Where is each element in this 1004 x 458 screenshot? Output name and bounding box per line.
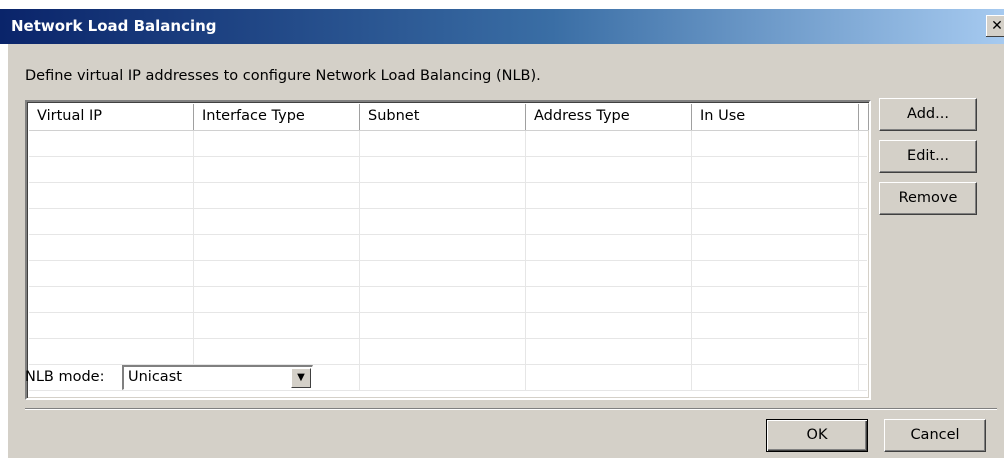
table-cell	[29, 339, 194, 364]
column-header-virtual-ip[interactable]: Virtual IP	[29, 104, 194, 130]
table-cell	[194, 261, 360, 286]
table-cell	[360, 339, 526, 364]
table-cell	[859, 313, 867, 338]
table-cell	[360, 287, 526, 312]
table-cell	[360, 365, 526, 390]
table-cell	[360, 235, 526, 260]
table-cell	[29, 287, 194, 312]
table-cell	[360, 183, 526, 208]
table-cell	[859, 235, 867, 260]
table-cell	[692, 157, 859, 182]
table-row[interactable]	[29, 131, 867, 157]
column-header-interface-type[interactable]: Interface Type	[194, 104, 360, 130]
table-cell	[692, 313, 859, 338]
table-cell	[29, 261, 194, 286]
table-row[interactable]	[29, 183, 867, 209]
table-cell	[859, 183, 867, 208]
dropdown-arrow-icon[interactable]: ▼	[291, 368, 311, 388]
table-cell	[692, 131, 859, 156]
table-cell	[692, 287, 859, 312]
table-row[interactable]	[29, 339, 867, 365]
table-cell	[360, 313, 526, 338]
nlb-mode-select[interactable]: Unicast ▼	[122, 365, 313, 390]
close-icon[interactable]: ✕	[986, 15, 1004, 37]
table-row[interactable]	[29, 261, 867, 287]
dialog-body: Define virtual IP addresses to configure…	[8, 44, 1004, 458]
table-cell	[526, 131, 692, 156]
table-row[interactable]	[29, 157, 867, 183]
table-cell	[194, 235, 360, 260]
table-cell	[526, 365, 692, 390]
table-cell	[526, 183, 692, 208]
table-cell	[360, 131, 526, 156]
remove-button[interactable]: Remove	[879, 182, 977, 215]
cancel-button[interactable]: Cancel	[884, 419, 986, 452]
footer-separator	[25, 408, 997, 410]
table-cell	[526, 313, 692, 338]
table-cell	[692, 261, 859, 286]
table-row[interactable]	[29, 209, 867, 235]
table-cell	[29, 313, 194, 338]
table-cell	[29, 235, 194, 260]
table-cell	[194, 183, 360, 208]
table-cell	[526, 157, 692, 182]
table-row[interactable]	[29, 287, 867, 313]
list-body	[29, 131, 867, 396]
table-cell	[859, 131, 867, 156]
table-cell	[859, 365, 867, 390]
table-cell	[692, 183, 859, 208]
table-cell	[692, 209, 859, 234]
table-cell	[859, 209, 867, 234]
table-cell	[360, 261, 526, 286]
window-title: Network Load Balancing	[11, 17, 217, 35]
table-cell	[859, 261, 867, 286]
table-cell	[526, 235, 692, 260]
top-strip	[0, 0, 1004, 9]
table-cell	[859, 157, 867, 182]
table-cell	[859, 339, 867, 364]
column-header-subnet[interactable]: Subnet	[360, 104, 526, 130]
virtual-ip-list[interactable]: Virtual IP Interface Type Subnet Address…	[25, 100, 871, 400]
table-cell	[29, 131, 194, 156]
list-header: Virtual IP Interface Type Subnet Address…	[29, 104, 869, 131]
column-header-filler	[859, 104, 869, 130]
ok-button[interactable]: OK	[766, 419, 868, 452]
table-cell	[692, 339, 859, 364]
table-cell	[360, 157, 526, 182]
table-cell	[29, 183, 194, 208]
table-cell	[194, 287, 360, 312]
table-cell	[692, 365, 859, 390]
table-row[interactable]	[29, 313, 867, 339]
table-cell	[526, 287, 692, 312]
table-row[interactable]	[29, 235, 867, 261]
nlb-mode-value: Unicast	[128, 369, 182, 385]
table-cell	[692, 235, 859, 260]
table-cell	[526, 261, 692, 286]
table-cell	[29, 209, 194, 234]
nlb-mode-label: NLB mode:	[25, 369, 105, 385]
table-cell	[526, 209, 692, 234]
table-cell	[360, 209, 526, 234]
table-cell	[194, 131, 360, 156]
table-cell	[526, 339, 692, 364]
table-cell	[194, 339, 360, 364]
add-button[interactable]: Add...	[879, 98, 977, 131]
description-text: Define virtual IP addresses to configure…	[25, 68, 541, 84]
column-header-in-use[interactable]: In Use	[692, 104, 859, 130]
column-header-address-type[interactable]: Address Type	[526, 104, 692, 130]
table-cell	[859, 287, 867, 312]
table-cell	[194, 157, 360, 182]
table-cell	[194, 209, 360, 234]
title-bar[interactable]: Network Load Balancing ✕	[0, 9, 1004, 44]
table-cell	[194, 313, 360, 338]
table-cell	[29, 157, 194, 182]
edit-button[interactable]: Edit...	[879, 140, 977, 173]
